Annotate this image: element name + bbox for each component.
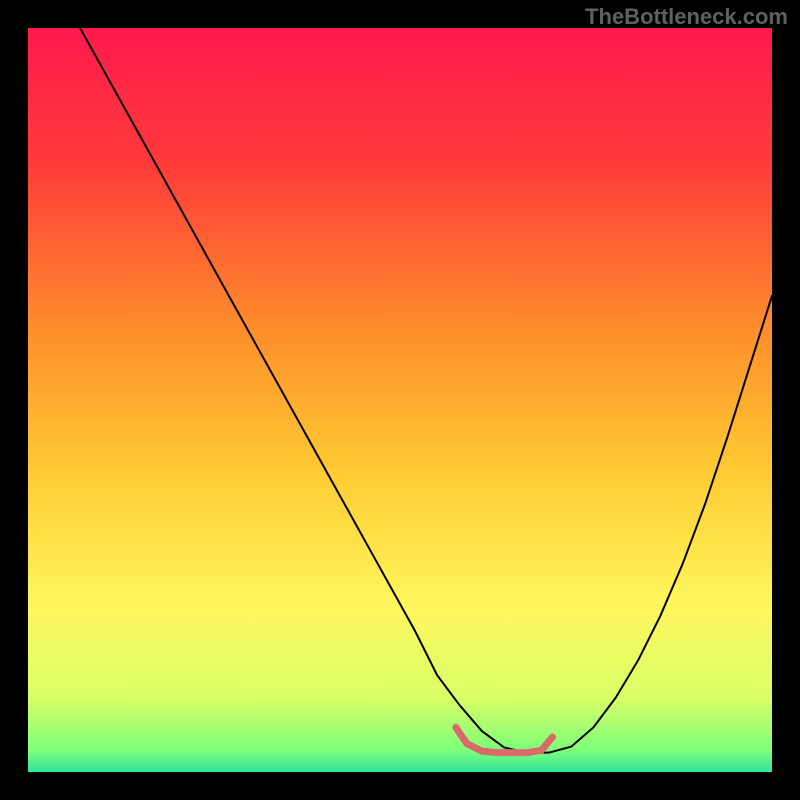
chart-svg bbox=[28, 28, 772, 772]
chart-plot-area bbox=[28, 28, 772, 772]
chart-background bbox=[28, 28, 772, 772]
watermark-text: TheBottleneck.com bbox=[585, 4, 788, 30]
